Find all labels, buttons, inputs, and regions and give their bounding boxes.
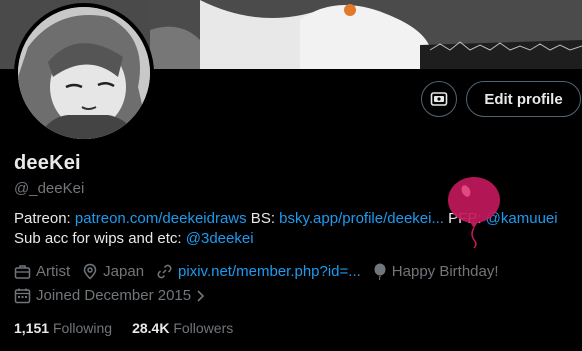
follow-stats: 1,151 Following 28.4K Followers [14,320,253,336]
location-item: Japan [82,263,144,280]
avatar[interactable] [14,3,154,143]
display-name: deeKei [14,152,81,174]
followers-label: Followers [173,320,234,336]
following-label: Following [52,320,113,336]
bio-bs-label: BS: [246,210,280,227]
user-handle: @_deeKei [14,180,85,197]
balloon-decoration-icon [448,177,500,249]
sub-account-link[interactable]: @3deekei [186,230,254,247]
calendar-icon [14,288,31,304]
following-link[interactable]: 1,151 Following [14,320,112,336]
profile-meta-row: Artist Japan pixiv.net/member.php?id=...… [14,263,511,280]
edit-profile-button[interactable]: Edit profile [466,81,581,117]
bio-patreon-label: Patreon: [14,210,75,227]
joined-row: Joined December 2015 [14,287,219,304]
chevron-right-icon [197,289,205,302]
birthday-balloon[interactable] [444,176,504,249]
website-link[interactable]: pixiv.net/member.php?id=... [178,263,361,280]
category-item: Artist [14,263,70,280]
professional-tools-icon [430,92,448,106]
balloon-icon [374,263,386,280]
followers-count: 28.4K [132,320,170,336]
joined-item[interactable]: Joined December 2015 [14,287,207,304]
bluesky-link[interactable]: bsky.app/profile/deekei... [279,210,444,227]
followers-link[interactable]: 28.4K Followers [132,320,233,336]
category-label: Artist [36,263,71,280]
website-item: pixiv.net/member.php?id=... [156,263,361,280]
professional-tools-button[interactable] [421,81,457,117]
birthday-item: Happy Birthday! [373,263,499,280]
following-count: 1,151 [14,320,50,336]
location-pin-icon [83,263,97,280]
bio-sub-label: Sub acc for wips and etc: [14,230,186,247]
birthday-label: Happy Birthday! [391,263,499,280]
briefcase-icon [14,265,31,279]
joined-label: Joined December 2015 [36,287,192,304]
location-label: Japan [103,263,145,280]
link-icon [157,264,172,279]
patreon-link[interactable]: patreon.com/deekeidraws [75,210,247,227]
